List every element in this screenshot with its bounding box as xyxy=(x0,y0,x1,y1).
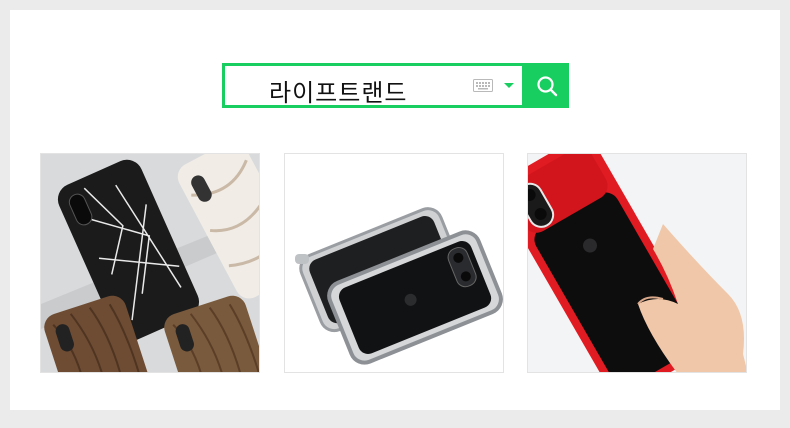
caret-down-icon[interactable] xyxy=(504,83,514,88)
phone-case-clear-bumper-image xyxy=(285,154,503,372)
search-icon xyxy=(537,75,558,96)
product-card[interactable] xyxy=(284,153,504,373)
product-card[interactable] xyxy=(527,153,747,373)
phone-case-marble-wood-image xyxy=(41,154,259,372)
search-query-text: 라이프트랜드 xyxy=(269,79,408,107)
keyboard-icon[interactable] xyxy=(473,79,493,92)
search-input[interactable]: 라이프트랜드 xyxy=(222,63,525,108)
phone-case-red-hand-image xyxy=(528,154,746,372)
search-button[interactable] xyxy=(525,63,569,108)
search-bar: 라이프트랜드 xyxy=(222,63,569,108)
product-card[interactable] xyxy=(40,153,260,373)
